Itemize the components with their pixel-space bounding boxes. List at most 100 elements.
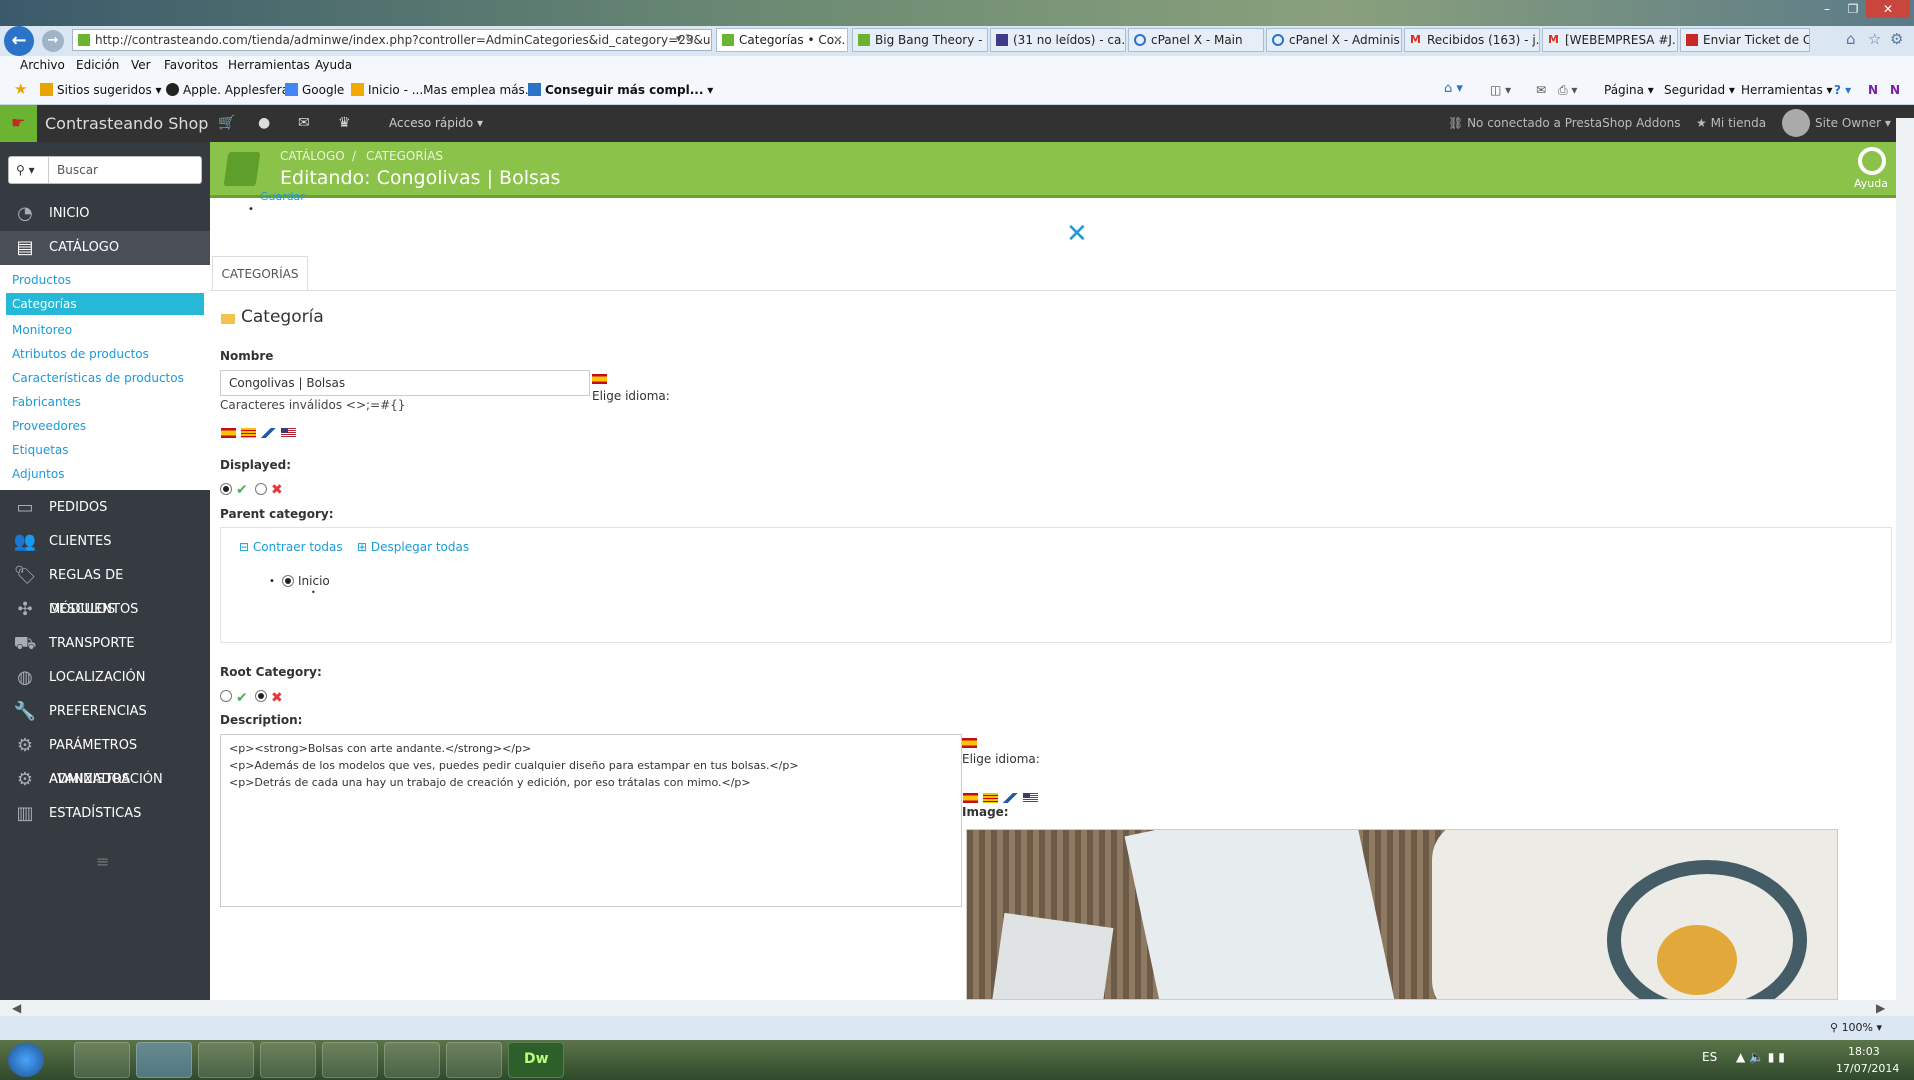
root-no-radio[interactable]: [255, 690, 267, 702]
clock-date[interactable]: 17/07/2014: [1836, 1062, 1899, 1075]
menu-archivo[interactable]: Archivo: [20, 58, 65, 72]
tab-webempresa[interactable]: M [WEBEMPRESA #J...: [1542, 28, 1678, 52]
menu-herramientas-toolbar[interactable]: Herramientas ▾: [1741, 83, 1833, 97]
displayed-no-radio[interactable]: [255, 483, 267, 495]
my-shop-link[interactable]: ★ Mi tienda: [1696, 116, 1766, 130]
sidebar-item-parametros[interactable]: ⚙ PARÁMETROS AVANZADOS: [0, 729, 210, 787]
sidebar-item-administracion[interactable]: ⚙ ADMINISTRACIÓN: [0, 763, 210, 797]
sub-proveedores[interactable]: Proveedores: [6, 415, 204, 437]
menu-herramientas[interactable]: Herramientas: [228, 58, 310, 72]
onenote-icon[interactable]: N: [1868, 83, 1878, 97]
sidebar-item-transporte[interactable]: ⛟ TRANSPORTE: [0, 627, 210, 661]
sidebar-item-preferencias[interactable]: 🔧 PREFERENCIAS: [0, 695, 210, 729]
sub-monitoreo[interactable]: Monitoreo: [6, 319, 204, 341]
zoom-level[interactable]: ⚲ 100% ▾: [1830, 1021, 1882, 1034]
help-label[interactable]: Ayuda: [1854, 177, 1888, 190]
sidebar-item-modulos[interactable]: ✣ MÓDULOS: [0, 593, 210, 627]
fav-conseguir[interactable]: Conseguir más compl... ▾: [528, 83, 713, 97]
search-input[interactable]: Buscar: [57, 163, 98, 177]
restore-icon[interactable]: ❐: [1840, 0, 1866, 18]
fav-inicio[interactable]: Inicio - ...Mas emplea más...: [351, 83, 536, 97]
ie-taskbar-icon[interactable]: [136, 1042, 192, 1078]
sidebar-item-localizacion[interactable]: ◍ LOCALIZACIÓN: [0, 661, 210, 695]
scroll-right-icon[interactable]: ▶: [1876, 1001, 1885, 1015]
help-toolbar-icon[interactable]: ? ▾: [1834, 83, 1851, 97]
vertical-scrollbar[interactable]: [1896, 118, 1914, 1000]
tab-unread-mail[interactable]: (31 no leídos) - ca...: [990, 28, 1126, 52]
sidebar-item-inicio[interactable]: ◔ INICIO: [0, 197, 210, 231]
tree-root-label[interactable]: Inicio: [298, 574, 330, 588]
home-toolbar-icon[interactable]: ⌂ ▾: [1444, 81, 1463, 96]
menu-ayuda[interactable]: Ayuda: [315, 58, 352, 72]
tab-categorias[interactable]: Categorías • Co... ✕: [716, 28, 848, 52]
us-flag-icon[interactable]: [281, 427, 296, 438]
horizontal-scrollbar[interactable]: [0, 1000, 1914, 1016]
root-yes-radio[interactable]: [220, 690, 232, 702]
sidebar-item-catalogo[interactable]: ▤ CATÁLOGO: [0, 231, 210, 265]
cart-icon[interactable]: 🛒: [218, 115, 235, 131]
prestashop-logo-icon[interactable]: ☛: [0, 105, 37, 142]
forward-button[interactable]: →: [42, 30, 64, 52]
scroll-left-icon[interactable]: ◀: [12, 1001, 21, 1015]
sub-productos[interactable]: Productos: [6, 269, 204, 291]
close-tab-icon[interactable]: ✕: [833, 29, 843, 51]
catalan-flag-icon[interactable]: [983, 792, 998, 803]
print-icon[interactable]: ⎙ ▾: [1558, 83, 1577, 98]
menu-pagina[interactable]: Página ▾: [1604, 83, 1654, 97]
explorer-taskbar-icon[interactable]: [74, 1042, 130, 1078]
envelope-icon[interactable]: ✉: [298, 115, 310, 131]
spain-flag-icon[interactable]: [592, 374, 607, 384]
media-player-taskbar-icon[interactable]: [322, 1042, 378, 1078]
close-icon[interactable]: ✕: [1066, 219, 1088, 249]
search-icon[interactable]: ⚲ ▾: [9, 157, 49, 183]
dropdown-icon[interactable]: ▾ ↻: [676, 32, 694, 45]
trophy-icon[interactable]: ♛: [338, 115, 351, 131]
displayed-yes-radio[interactable]: [220, 483, 232, 495]
collapse-menu-icon[interactable]: ≡: [96, 852, 109, 871]
spain-flag-icon[interactable]: [963, 792, 978, 803]
sub-atributos[interactable]: Atributos de productos: [6, 343, 204, 365]
breadcrumb-catalogo[interactable]: CATÁLOGO: [280, 149, 345, 163]
dreamweaver-taskbar-icon[interactable]: Dw: [508, 1042, 564, 1078]
expand-all-button[interactable]: ⊞ Desplegar todas: [357, 540, 469, 554]
fav-google[interactable]: Google: [285, 83, 344, 97]
tab-categorias-form[interactable]: CATEGORÍAS: [212, 256, 308, 290]
save-link-overlap[interactable]: Guardar: [260, 190, 305, 203]
chrome-taskbar-icon[interactable]: [384, 1042, 440, 1078]
description-textarea[interactable]: <p><strong>Bolsas con arte andante.</str…: [220, 734, 962, 907]
sub-adjuntos[interactable]: Adjuntos: [6, 463, 204, 485]
sub-fabricantes[interactable]: Fabricantes: [6, 391, 204, 413]
fav-sitios-sugeridos[interactable]: Sitios sugeridos ▾: [40, 83, 162, 97]
sidebar-item-clientes[interactable]: 👥 CLIENTES: [0, 525, 210, 559]
sidebar-item-estadisticas[interactable]: ▥ ESTADÍSTICAS: [0, 797, 210, 831]
sidebar-item-pedidos[interactable]: ▭ PEDIDOS: [0, 491, 210, 525]
firefox-taskbar-icon[interactable]: [260, 1042, 316, 1078]
user-icon[interactable]: ●: [258, 115, 270, 131]
input-language[interactable]: ES: [1702, 1050, 1717, 1064]
tab-cpanel-main[interactable]: cPanel X - Main: [1128, 28, 1264, 52]
favorites-star-icon[interactable]: ★: [14, 80, 27, 98]
quick-access-menu[interactable]: Acceso rápido ▾: [389, 116, 483, 130]
onenote-send-icon[interactable]: N: [1890, 83, 1900, 97]
home-icon[interactable]: ⌂: [1846, 30, 1856, 48]
start-button[interactable]: [8, 1043, 44, 1077]
safari-taskbar-icon[interactable]: [198, 1042, 254, 1078]
catalan-flag-icon[interactable]: [241, 427, 256, 438]
search-box[interactable]: ⚲ ▾ Buscar: [8, 156, 202, 184]
shop-name[interactable]: Contrasteando Shop: [45, 114, 208, 133]
tray-icons[interactable]: ▲ 🔈 ▮ ▮: [1736, 1050, 1785, 1064]
user-menu[interactable]: Site Owner ▾: [1815, 116, 1891, 130]
sub-caracteristicas[interactable]: Características de productos: [6, 367, 204, 389]
spain-flag-icon[interactable]: [962, 738, 977, 748]
name-input[interactable]: Congolivas | Bolsas: [220, 370, 590, 396]
basque-flag-icon[interactable]: [1003, 792, 1018, 803]
tree-root-radio[interactable]: [282, 575, 294, 587]
rss-icon[interactable]: ◫ ▾: [1490, 83, 1511, 97]
fav-apple[interactable]: Apple. Applesfera: [166, 83, 289, 97]
us-flag-icon[interactable]: [1023, 792, 1038, 803]
back-button[interactable]: ←: [4, 26, 34, 56]
breadcrumb-categorias[interactable]: CATEGORÍAS: [366, 149, 443, 163]
close-window-icon[interactable]: ✕: [1866, 0, 1910, 18]
collapse-all-button[interactable]: ⊟ Contraer todas: [239, 540, 343, 554]
tab-enviar-ticket[interactable]: Enviar Ticket de C...: [1680, 28, 1810, 52]
